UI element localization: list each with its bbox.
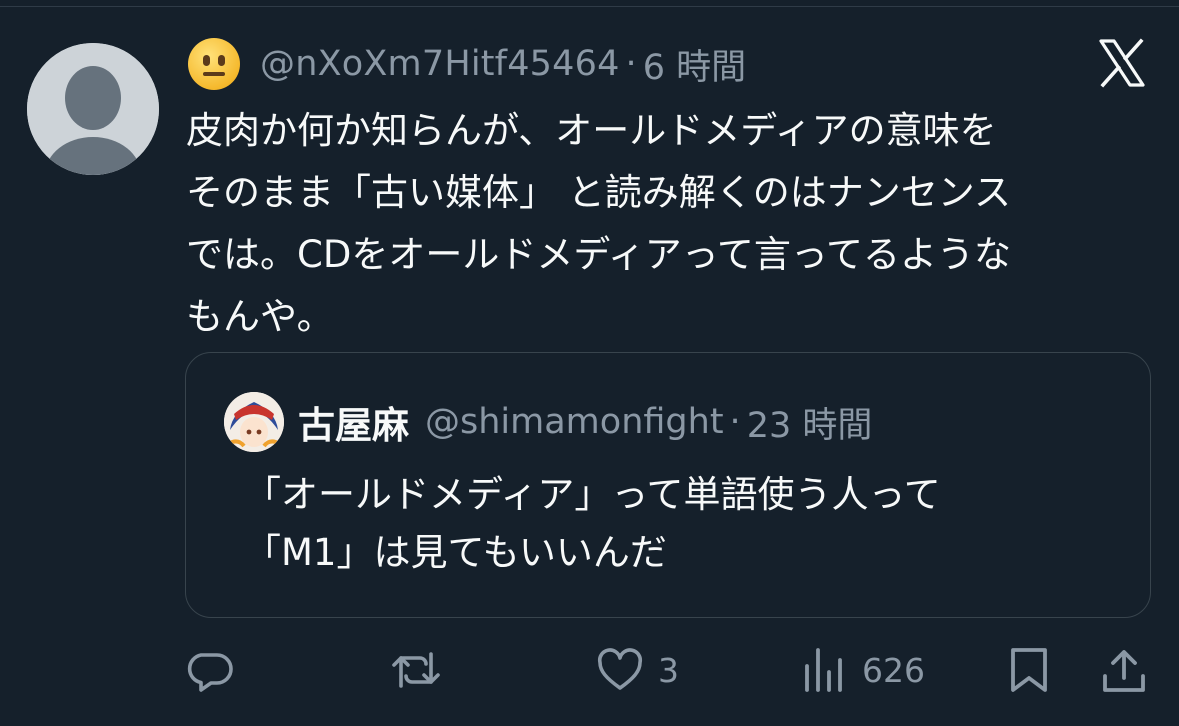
default-avatar-icon bbox=[27, 43, 159, 175]
share-button[interactable] bbox=[1100, 640, 1148, 700]
tweet-header: @nXoXm7Hitf45464 · 6 時間 bbox=[188, 36, 746, 92]
quoted-tweet[interactable]: 古屋麻 @shimamonfight · 23 時間 「オールドメディア」って単… bbox=[185, 352, 1151, 618]
tweet[interactable]: @nXoXm7Hitf45464 · 6 時間 皮肉か何か知らんが、オールドメデ… bbox=[0, 0, 1179, 726]
retweet-button[interactable] bbox=[390, 640, 442, 700]
speech-bubble-icon bbox=[187, 653, 233, 692]
tweet-text-line: そのまま「古い媒体」 と読み解くのはナンセンス bbox=[186, 171, 1012, 214]
like-count: 3 bbox=[658, 650, 679, 690]
anime-avatar-icon bbox=[224, 392, 284, 452]
quoted-author-handle[interactable]: @shimamonfight bbox=[425, 402, 724, 442]
quoted-timestamp[interactable]: 23 時間 bbox=[747, 397, 873, 448]
tweet-text-line: もんや。 bbox=[186, 295, 334, 338]
bookmark-icon bbox=[1011, 648, 1047, 692]
author-handle[interactable]: @nXoXm7Hitf45464 bbox=[260, 44, 620, 84]
tweet-text-line: 皮肉か何か知らんが、オールドメディアの意味を bbox=[186, 109, 997, 152]
timestamp[interactable]: 6 時間 bbox=[643, 39, 746, 90]
quoted-text-line: 「M1」は見てもいいんだ bbox=[244, 531, 667, 574]
bookmark-button[interactable] bbox=[1005, 640, 1053, 700]
share-icon bbox=[1103, 650, 1145, 692]
neutral-face-icon bbox=[188, 38, 240, 90]
x-logo-icon bbox=[1097, 38, 1147, 88]
quoted-author-name[interactable]: 古屋麻 bbox=[298, 395, 409, 449]
views-count: 626 bbox=[862, 650, 925, 690]
avatar[interactable] bbox=[27, 43, 159, 175]
quoted-tweet-header: 古屋麻 @shimamonfight · 23 時間 bbox=[224, 391, 872, 453]
quoted-avatar[interactable] bbox=[224, 392, 284, 452]
like-button[interactable]: 3 bbox=[596, 640, 679, 700]
quoted-tweet-text: 「オールドメディア」って単語使う人って 「M1」は見てもいいんだ bbox=[244, 466, 941, 582]
retweet-icon bbox=[392, 652, 440, 688]
tweet-text: 皮肉か何か知らんが、オールドメディアの意味を そのまま「古い媒体」 と読み解くの… bbox=[186, 100, 1136, 348]
views-button[interactable]: 626 bbox=[800, 640, 925, 700]
tweet-text-line: では。CDをオールドメディアって言ってるような bbox=[186, 233, 1012, 276]
quoted-text-line: 「オールドメディア」って単語使う人って bbox=[244, 473, 941, 516]
separator-dot: · bbox=[625, 44, 637, 84]
action-bar: 3 626 bbox=[0, 640, 1179, 700]
separator-dot: · bbox=[729, 402, 741, 442]
reply-button[interactable] bbox=[187, 640, 235, 700]
bar-chart-icon bbox=[805, 648, 842, 692]
heart-icon bbox=[597, 648, 643, 690]
